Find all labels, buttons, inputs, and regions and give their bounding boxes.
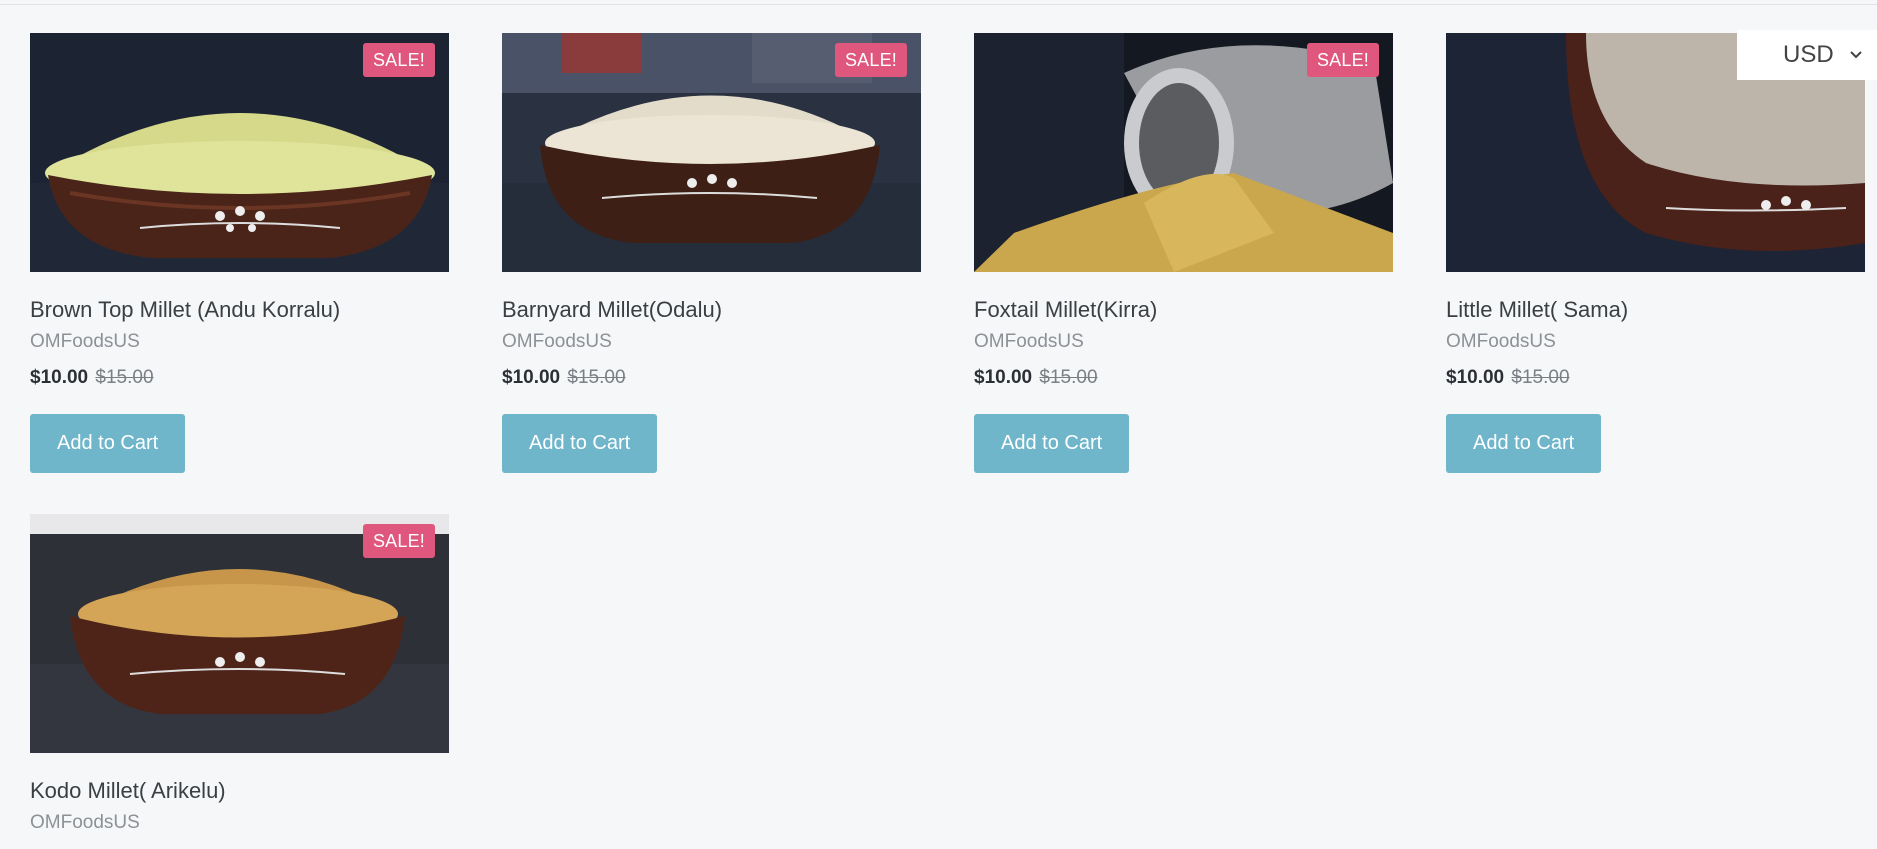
compare-price: $15.00 — [95, 367, 154, 388]
product-vendor: OMFoodsUS — [1446, 331, 1556, 352]
add-to-cart-button[interactable]: Add to Cart — [974, 414, 1130, 473]
sale-badge: SALE! — [834, 43, 907, 77]
product-image[interactable]: SALE! — [30, 514, 449, 753]
price-row: $10.00 $15.00 — [974, 367, 1393, 393]
chevron-down-icon — [1848, 47, 1864, 63]
header-divider — [0, 0, 1877, 5]
sale-price: $10.00 — [974, 367, 1033, 388]
product-title[interactable]: Brown Top Millet (Andu Korralu) — [30, 297, 449, 325]
product-title[interactable]: Barnyard Millet(Odalu) — [502, 297, 921, 325]
product-image[interactable]: SALE! — [502, 33, 921, 272]
compare-price: $15.00 — [1039, 367, 1098, 388]
product-image[interactable]: SALE! — [974, 33, 1393, 272]
product-title[interactable]: Foxtail Millet(Kirra) — [974, 297, 1393, 325]
product-card: SALE! Barnyard Millet(Odalu) OMFoodsUS $… — [502, 33, 921, 473]
sale-badge: SALE! — [362, 524, 435, 558]
product-card: SALE! Foxtail Millet(Kirra) OMFoodsUS $1… — [974, 33, 1393, 473]
compare-price: $15.00 — [1511, 367, 1570, 388]
product-vendor: OMFoodsUS — [30, 812, 140, 833]
price-row: $10.00 $15.00 — [1446, 367, 1865, 393]
product-image[interactable]: SALE! — [30, 33, 449, 272]
add-to-cart-button[interactable]: Add to Cart — [502, 414, 658, 473]
currency-code: USD — [1783, 41, 1834, 68]
sale-price: $10.00 — [1446, 367, 1505, 388]
product-card: Little Millet( Sama) OMFoodsUS $10.00 $1… — [1446, 33, 1865, 473]
product-title[interactable]: Little Millet( Sama) — [1446, 297, 1865, 325]
sale-badge: SALE! — [362, 43, 435, 77]
product-vendor: OMFoodsUS — [974, 331, 1084, 352]
sale-price: $10.00 — [30, 367, 89, 388]
product-title[interactable]: Kodo Millet( Arikelu) — [30, 778, 449, 806]
sale-badge: SALE! — [1306, 43, 1379, 77]
product-card: SALE! Brown Top Millet (Andu Korralu) OM… — [30, 33, 449, 473]
price-row: $10.00 $15.00 — [30, 367, 449, 393]
product-vendor: OMFoodsUS — [502, 331, 612, 352]
add-to-cart-button[interactable]: Add to Cart — [1446, 414, 1602, 473]
product-vendor: OMFoodsUS — [30, 331, 140, 352]
product-card: SALE! Kodo Millet( Arikelu) OMFoodsUS — [30, 514, 449, 838]
compare-price: $15.00 — [567, 367, 626, 388]
sale-price: $10.00 — [502, 367, 561, 388]
currency-selector[interactable]: USD — [1737, 30, 1877, 80]
price-row: $10.00 $15.00 — [502, 367, 921, 393]
add-to-cart-button[interactable]: Add to Cart — [30, 414, 186, 473]
